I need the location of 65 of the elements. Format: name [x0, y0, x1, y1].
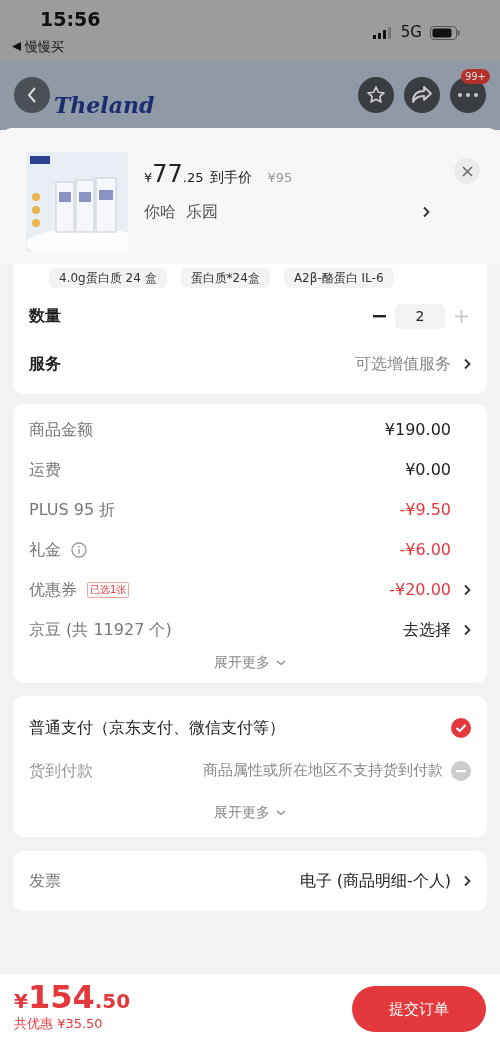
submit-order-button[interactable]: 提交订单 [352, 986, 486, 1032]
expand-more-link[interactable]: 展开更多 [214, 802, 270, 823]
price-row-label: 京豆 (共 11927 个) [29, 619, 172, 641]
coupon-badge: 已选1张 [87, 582, 130, 598]
back-triangle-icon[interactable] [12, 42, 21, 52]
quantity-label: 数量 [29, 305, 62, 327]
price-row-value: ¥190.00 [384, 419, 451, 441]
price-row-label: PLUS 95 折 [29, 499, 116, 521]
total-currency: ¥ [14, 989, 28, 1015]
chevron-right-icon [463, 584, 471, 596]
payment-option[interactable]: 普通支付（京东支付、微信支付等） [29, 715, 285, 740]
minus-icon [372, 314, 386, 318]
brand-logo: Theland [54, 92, 155, 118]
chevron-right-icon [463, 358, 471, 370]
status-time: 15:56 [40, 10, 101, 29]
service-value[interactable]: 可选增值服务 [355, 352, 451, 376]
price-row-value: -¥9.50 [399, 499, 451, 521]
back-button[interactable] [14, 77, 50, 113]
expand-more-link[interactable]: 展开更多 [214, 652, 270, 673]
selected-variant[interactable]: 你哈 乐园 [144, 200, 422, 224]
price-row-value[interactable]: 去选择 [403, 618, 451, 642]
more-icon [458, 93, 478, 97]
plus-icon [454, 309, 468, 323]
service-label: 服务 [29, 353, 62, 375]
total-decimal: .50 [94, 988, 131, 1015]
star-icon [366, 85, 386, 105]
checkmark-icon[interactable] [451, 717, 471, 738]
quantity-field[interactable]: 2 [395, 303, 445, 329]
original-price: ¥95 [267, 169, 293, 187]
back-icon [27, 87, 37, 103]
spec-chip[interactable]: A2β-酪蛋白 IL-6 [283, 268, 394, 288]
price-row-value[interactable]: -¥20.00 [389, 578, 451, 602]
info-icon[interactable] [71, 542, 87, 558]
spec-chip[interactable]: 蛋白质*24盒 [180, 268, 270, 288]
price-row-value: ¥0.00 [405, 459, 451, 481]
favorite-button[interactable] [358, 77, 394, 113]
price-label: 到手价 [209, 168, 252, 187]
savings-text: 共优惠 ¥35.50 [14, 1016, 104, 1032]
share-button[interactable] [404, 77, 440, 113]
price-currency: ¥ [144, 170, 153, 187]
price-row-label: 优惠券 [29, 579, 77, 601]
spec-chip[interactable]: 4.0g蛋白质 24 盒 [49, 268, 167, 288]
close-icon [461, 165, 473, 177]
battery-icon [430, 25, 460, 40]
network-label: 5G [400, 22, 422, 44]
share-icon [412, 86, 432, 104]
chevron-right-icon [422, 206, 430, 218]
invoice-label: 发票 [29, 870, 61, 892]
price-integer: 77 [152, 159, 183, 190]
price-row-label: 礼金 [29, 539, 61, 561]
payment-note: 商品属性或所在地区不支持货到付款 [203, 760, 443, 782]
chevron-right-icon [463, 624, 471, 636]
price-row-value: -¥6.00 [399, 539, 451, 561]
back-app-link[interactable]: 慢慢买 [25, 37, 64, 57]
close-button[interactable] [454, 158, 480, 184]
notification-badge: 99+ [460, 69, 490, 84]
chevron-down-icon [276, 659, 286, 666]
signal-icon [372, 26, 393, 39]
invoice-value[interactable]: 电子 (商品明细-个人) [299, 869, 451, 893]
price-row-label: 商品金额 [29, 419, 93, 441]
price-decimal: .25 [182, 169, 204, 187]
chevron-down-icon [276, 809, 286, 816]
total-integer: 154 [27, 980, 95, 1014]
price-row-label: 运费 [29, 459, 61, 481]
chevron-right-icon [463, 875, 471, 887]
